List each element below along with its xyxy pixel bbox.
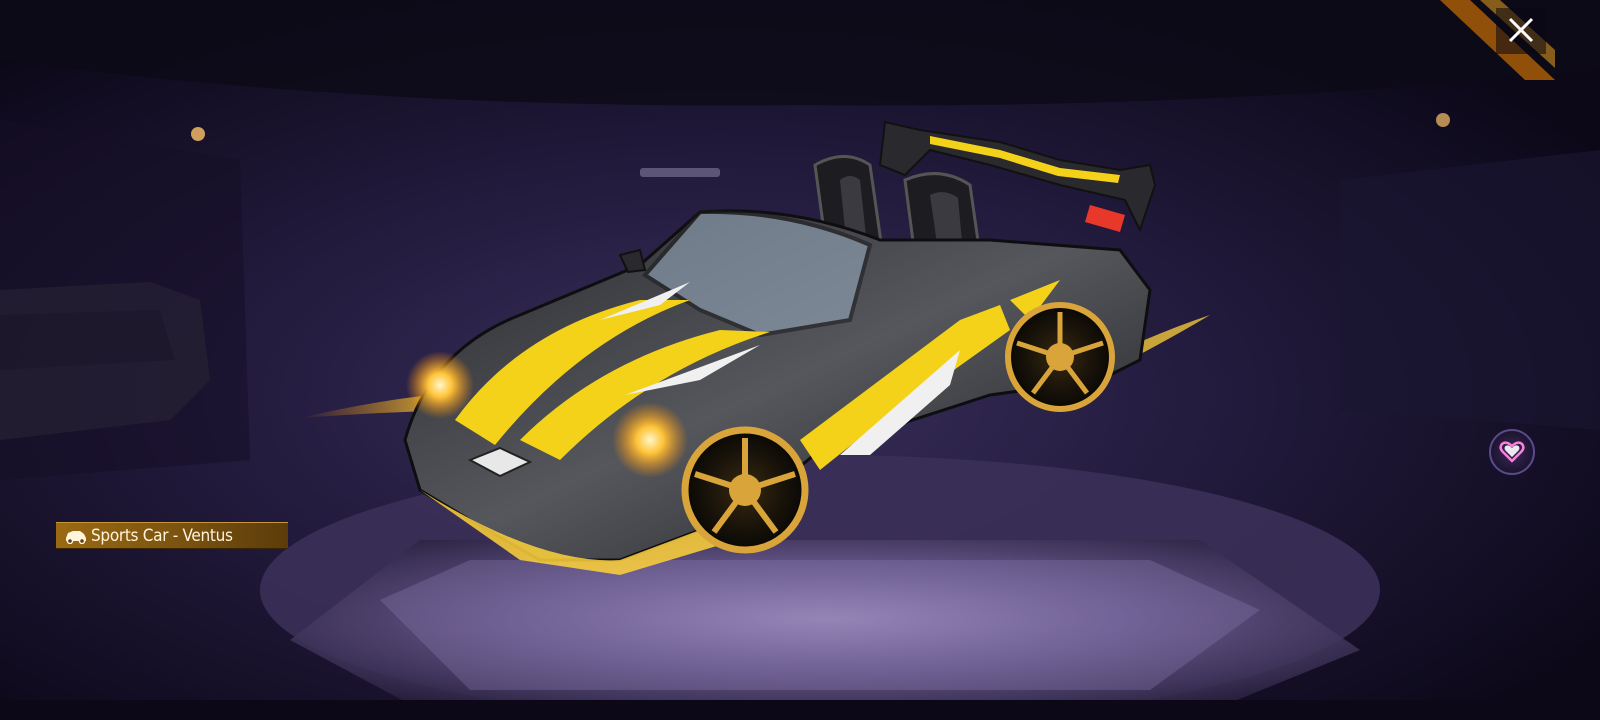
car-icon [66,531,86,544]
vehicle-name-tag: Sports Car - Ventus [56,522,288,549]
close-icon [1508,17,1534,43]
vehicle-name-label: Sports Car - Ventus [91,526,233,546]
garage-scene [0,0,1600,720]
favorite-button[interactable] [1489,429,1535,475]
close-button[interactable] [1496,8,1546,54]
heart-icon [1499,441,1525,463]
